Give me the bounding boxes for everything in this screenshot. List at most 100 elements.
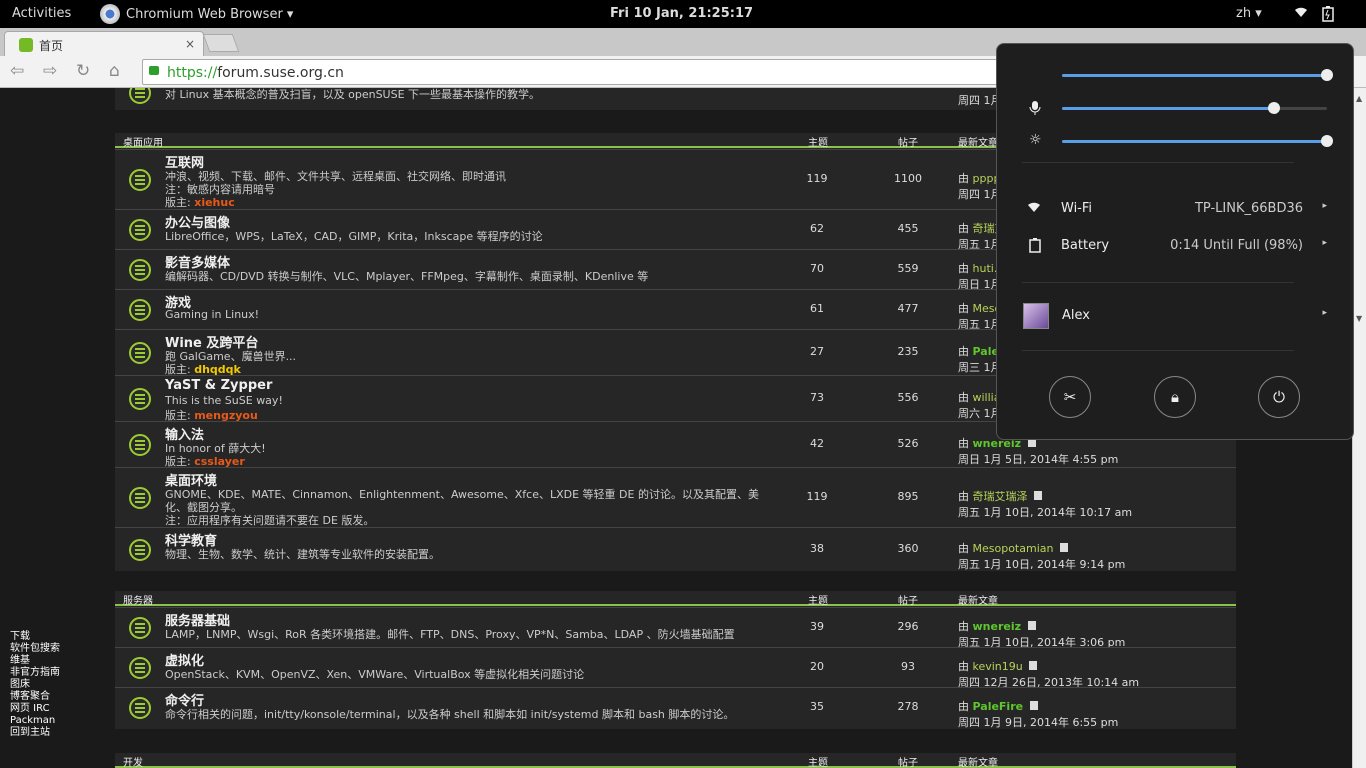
forum-desc: LAMP，LNMP、Wsgi、RoR 各类环境搭建。邮件、FTP、DNS、Pro… [165, 628, 735, 641]
view-post-icon[interactable] [1029, 661, 1038, 670]
volume-slider[interactable] [1062, 69, 1333, 81]
sidebar-link[interactable]: 软件包搜索 [10, 643, 60, 655]
sidebar-link[interactable]: 图床 [10, 679, 60, 691]
battery-icon[interactable] [1321, 6, 1335, 26]
microphone-slider[interactable] [1062, 102, 1327, 114]
divider [1022, 350, 1294, 351]
reload-icon[interactable]: ↻ [76, 61, 90, 81]
topic-count: 119 [806, 172, 828, 185]
moderator-link[interactable]: xiehuc [194, 196, 235, 209]
section-title[interactable]: 桌面应用 [123, 134, 163, 149]
forum-desc: 物理、生物、数学、统计、建筑等专业软件的安装配置。 [165, 548, 440, 561]
forum-title-link[interactable]: YaST & Zypper [165, 378, 272, 393]
view-post-icon[interactable] [1034, 491, 1042, 500]
scroll-up-icon[interactable]: ▲ [1356, 94, 1362, 103]
forum-row[interactable]: 虚拟化 OpenStack、KVM、OpenVZ、Xen、VMWare、Virtu… [115, 647, 1236, 689]
last-post-user[interactable]: Mesopotamian [973, 542, 1054, 555]
last-post-date: 周四 1月 9日, 2014年 6:55 pm [958, 716, 1119, 729]
brightness-icon: ☼ [1029, 132, 1042, 148]
activities-button[interactable]: Activities [12, 6, 71, 21]
sidebar-link[interactable]: 网页 IRC [10, 703, 60, 715]
scroll-down-icon[interactable]: ▼ [1356, 314, 1362, 323]
topic-count: 70 [810, 262, 824, 275]
sidebar-link[interactable]: 回到主站 [10, 727, 60, 739]
wifi-label: Wi-Fi [1061, 201, 1093, 216]
last-post-user[interactable]: 奇瑞艾瑞泽 [973, 490, 1028, 503]
favicon-icon [19, 38, 33, 52]
tab-close-icon[interactable]: × [185, 37, 195, 51]
col-last-post: 最新文章 [958, 758, 998, 768]
forum-icon [129, 342, 151, 364]
by-label: 由 [958, 302, 969, 315]
col-topics: 主题 [808, 596, 828, 607]
last-post: 由 wnereiz 周五 1月 10日, 2014年 3:06 pm [958, 618, 1125, 650]
chevron-right-icon: ▸ [1322, 238, 1327, 248]
post-count: 526 [897, 437, 919, 450]
forum-icon [129, 617, 151, 639]
section-header: 开发 主题 帖子 最新文章 [115, 753, 1236, 768]
post-count: 556 [897, 391, 919, 404]
post-count: 559 [897, 262, 919, 275]
sidebar-link[interactable]: 非官方指南 [10, 667, 60, 679]
system-status-menu: ☼ Wi-Fi TP-LINK_66BD36 ▸ Battery 0:14 Un… [996, 43, 1354, 440]
forum-desc: This is the SuSE way! [165, 394, 283, 407]
new-tab-button[interactable] [202, 34, 240, 52]
forum-desc: GNOME、KDE、MATE、Cinnamon、Enlightenment、Aw… [165, 488, 759, 501]
forum-row[interactable]: 服务器基础 LAMP，LNMP、Wsgi、RoR 各类环境搭建。邮件、FTP、DN… [115, 607, 1236, 650]
power-icon: ⏻ [1273, 388, 1285, 406]
section-title[interactable]: 服务器 [123, 592, 153, 607]
sidebar-link[interactable]: Packman [10, 715, 60, 727]
post-count: 895 [897, 490, 919, 503]
last-post: 由 Mesopotamian 周五 1月 10日, 2014年 9:14 pm [958, 540, 1125, 572]
by-label: 由 [958, 660, 969, 673]
col-topics: 主题 [808, 758, 828, 768]
page-scrollbar[interactable]: ▲ ▼ [1352, 88, 1366, 768]
col-last-post: 最新文章 [958, 138, 998, 149]
forum-row[interactable]: 桌面环境 GNOME、KDE、MATE、Cinnamon、Enlightenmen… [115, 467, 1236, 527]
forum-row[interactable]: 科学教育 物理、生物、数学、统计、建筑等专业软件的安装配置。 38 360 由 Meso… [115, 527, 1236, 571]
app-menu[interactable]: Chromium Web Browser ▾ [100, 0, 293, 28]
post-count: 477 [897, 302, 919, 315]
section-title[interactable]: 开发 [123, 754, 143, 768]
forum-icon [129, 487, 151, 509]
view-post-icon[interactable] [1059, 543, 1068, 552]
post-count: 278 [897, 700, 919, 713]
col-topics: 主题 [808, 138, 828, 149]
microphone-icon [1029, 100, 1041, 120]
forum-desc: Gaming in Linux! [165, 308, 260, 321]
wifi-icon [1027, 201, 1041, 217]
topic-count: 73 [810, 391, 824, 404]
topic-count: 38 [810, 542, 824, 555]
forum-section-dev: 开发 主题 帖子 最新文章 [115, 753, 1236, 768]
url-scheme: https:// [167, 65, 218, 81]
by-label: 由 [958, 222, 969, 235]
input-language-menu[interactable]: zh ▾ [1236, 6, 1262, 21]
forward-icon[interactable]: ⇨ [43, 61, 57, 81]
sidebar-link[interactable]: 博客聚合 [10, 691, 60, 703]
forum-row[interactable]: 命令行 命令行相关的问题，init/tty/konsole/terminal，以及… [115, 687, 1236, 729]
brightness-slider[interactable] [1062, 135, 1333, 147]
battery-status: 0:14 Until Full (98%) [1170, 238, 1303, 253]
back-icon[interactable]: ⇦ [10, 61, 24, 81]
view-post-icon[interactable] [1027, 621, 1036, 630]
forum-desc: 对 Linux 基本概念的普及扫盲，以及 openSUSE 下一些最基本操作的教… [165, 88, 541, 101]
section-header: 服务器 主题 帖子 最新文章 [115, 591, 1236, 607]
lock-screen-button[interactable]: 🔒︎ [1154, 376, 1196, 418]
forum-icon [129, 539, 151, 561]
settings-button[interactable]: ✂ [1049, 376, 1091, 418]
sidebar-link[interactable]: 下载 [10, 631, 60, 643]
power-button[interactable]: ⏻ [1258, 376, 1300, 418]
home-icon[interactable]: ⌂ [109, 61, 120, 81]
browser-tab[interactable]: 首页 × [4, 31, 204, 57]
last-post-user[interactable]: wnereiz [973, 620, 1022, 633]
last-post-user[interactable]: PaleFire [973, 700, 1024, 713]
wifi-icon[interactable] [1294, 6, 1308, 22]
clock[interactable]: Fri 10 Jan, 21:25:17 [610, 6, 753, 21]
post-count: 455 [897, 222, 919, 235]
last-post-user[interactable]: kevin19u [973, 660, 1023, 673]
sidebar-link[interactable]: 维基 [10, 655, 60, 667]
view-post-icon[interactable] [1029, 701, 1038, 710]
by-label: 由 [958, 437, 969, 450]
forum-icon [129, 388, 151, 410]
topic-count: 39 [810, 620, 824, 633]
